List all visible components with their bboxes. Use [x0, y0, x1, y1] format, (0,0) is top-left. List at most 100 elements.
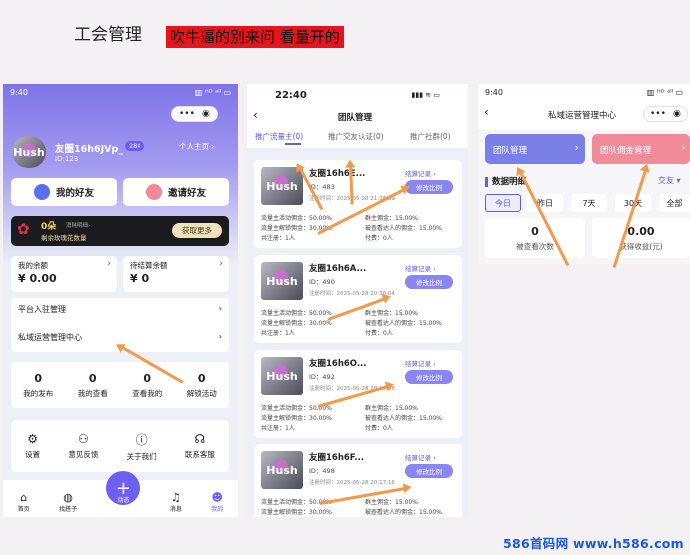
watermark: 586首码网 www.h586.com [503, 536, 684, 551]
more-icon[interactable]: ••• [650, 109, 666, 119]
member-stats: 流量主活动佣金：50.00% 群主佣金：15.00% 流量主解锁佣金：30.00%… [261, 310, 442, 337]
range-7days[interactable]: 7天 [571, 194, 607, 212]
stat-my-posts[interactable]: 0 我的发布 [23, 372, 53, 399]
page-title: 私域运营管理中心 [548, 111, 617, 121]
user-id: ID:123 [55, 155, 79, 163]
stat-my-views[interactable]: 0 我的查看 [78, 372, 108, 399]
stat-unlock-activity[interactable]: 0 解锁活动 [187, 372, 217, 399]
more-icon[interactable]: ••• [179, 109, 195, 119]
pending-balance-card[interactable]: 待结算余额 › ¥ 0 [123, 256, 229, 292]
range-all[interactable]: 全部 [659, 194, 690, 212]
balance-value: ¥ 0.00 [18, 272, 57, 285]
mini-program-capsule[interactable]: ••• ◉ [171, 106, 218, 122]
platform-manage-item[interactable]: 平台入驻管理 › [18, 304, 222, 315]
my-friends-button[interactable]: 我的好友 [11, 178, 117, 206]
close-target-icon[interactable]: ◉ [202, 109, 210, 119]
rose-icon: ✿ [17, 220, 30, 238]
member-name: 友圈16h6F... [309, 453, 365, 463]
header: ‹ 私域运营管理中心 ••• ◉ [478, 100, 690, 130]
get-more-button[interactable]: 获取更多 [172, 223, 222, 238]
member-id: ID：490 [309, 278, 335, 286]
member-avatar: Hush [261, 262, 303, 300]
chevron-right-icon: › [218, 332, 222, 341]
range-selector: 今日 昨日 7天 30天 全部 [485, 194, 690, 212]
invite-icon [145, 184, 162, 200]
status-icons: ▥ ᴴᴰ ᵃˡˡ ▭ [194, 87, 231, 97]
settle-record-link[interactable]: 结算记录 › [405, 263, 436, 273]
banner-text: 吹牛逼的别来问 看量开的 [166, 26, 344, 48]
stats-card: 0 我的发布 0 我的查看 0 查看我的 0 解锁活动 [11, 362, 229, 408]
status-icons: ▮▮▮ ≋ ▭ [411, 91, 441, 99]
page-title: 团队管理 [338, 113, 373, 123]
bottom-nav: ⌂ 首页 ◍ 找搭子 + 动态 ♫ 消息 ☻ 我的 [3, 471, 238, 517]
settle-record-link[interactable]: 结算记录 › [405, 358, 436, 368]
info-icon: ⓘ [135, 432, 148, 447]
rose-detail-link[interactable]: 消耗明细› [66, 221, 90, 229]
member-avatar: Hush [261, 167, 303, 205]
chevron-right-icon: › [107, 259, 111, 269]
viewed-label: 被查看次数 [516, 242, 554, 251]
member-name: 友圈16h6E... [309, 169, 366, 179]
tab-community[interactable]: 推广社群(0) [410, 131, 451, 142]
member-avatar: Hush [261, 451, 303, 489]
member-name: 友圈16h6O... [309, 359, 367, 369]
phone-my-page: 9:40 ▥ ᴴᴰ ᵃˡˡ ▭ ••• ◉ Hush 友圈16h6JVp_ 28… [3, 84, 238, 517]
invite-friends-button[interactable]: 邀请好友 [123, 178, 229, 206]
viewed-value: 0 [531, 225, 539, 238]
data-section-bar [485, 177, 488, 187]
modify-ratio-button[interactable]: 修改比例 [405, 180, 453, 194]
stat-viewed-me[interactable]: 0 查看我的 [132, 372, 162, 399]
team-manage-button[interactable]: 团队管理 › [485, 134, 585, 164]
nav-find-partner[interactable]: ◍ 找搭子 [59, 491, 77, 513]
status-time: 22:40 [275, 89, 307, 101]
member-stats: 流量主活动佣金：50.00% 群主佣金：15.00% 流量主解锁佣金：30.00%… [261, 215, 442, 242]
page-title: 工会管理 [74, 25, 142, 45]
gear-icon: ⚙ [27, 432, 38, 446]
back-icon[interactable]: ‹ [484, 105, 489, 119]
phone-team-management: 22:40 ▮▮▮ ≋ ▭ ‹ 团队管理 推广流量主(0) 推广交友认证(0) … [247, 84, 468, 517]
level-badge: 28♯ [125, 141, 145, 151]
profile-icon: ☻ [211, 491, 223, 504]
settle-record-link[interactable]: 结算记录 › [405, 168, 436, 178]
status-time: 9:40 [10, 87, 28, 97]
bell-icon: ♫ [170, 491, 181, 504]
chevron-right-icon: › [574, 141, 579, 154]
balance-card[interactable]: 我的余额 › ¥ 0.00 [11, 256, 117, 292]
earnings-label: 获得收益(元) [619, 242, 663, 251]
support-button[interactable]: ☊ 联系客服 [185, 432, 215, 460]
earnings-card: 0.00 获得收益(元) [592, 218, 690, 258]
homepage-link[interactable]: 个人主页 › [179, 141, 214, 152]
username: 友圈16h6JVp_ [55, 144, 124, 155]
member-avatar: Hush [261, 357, 303, 395]
nav-moments[interactable]: + 动态 [106, 471, 141, 513]
settle-record-link[interactable]: 结算记录 › [405, 452, 436, 462]
back-icon[interactable]: ‹ [253, 108, 258, 122]
viewed-count-card: 0 被查看次数 [485, 218, 585, 258]
modify-ratio-button[interactable]: 修改比例 [405, 275, 453, 289]
pending-value: ¥ 0 [130, 272, 150, 285]
headset-icon: ☊ [194, 432, 206, 446]
add-person-icon: ⚇ [77, 432, 89, 446]
person-icon [33, 184, 50, 200]
nav-messages[interactable]: ♫ 消息 [170, 491, 182, 513]
data-filter-dropdown[interactable]: 交友 ▾ [658, 175, 681, 186]
tab-traffic-owner[interactable]: 推广流量主(0) [255, 131, 303, 142]
mini-program-capsule[interactable]: ••• ◉ [643, 106, 688, 122]
member-id: ID：492 [309, 373, 335, 381]
tab-friend-auth[interactable]: 推广交友认证(0) [328, 131, 384, 142]
member-stats: 流量主活动佣金：50.00% 群主佣金：15.00% 流量主解锁佣金：30.00%… [261, 405, 442, 432]
nav-home[interactable]: ⌂ 首页 [18, 491, 30, 513]
member-card: Hush 友圈16h6F... 结算记录 › ID：498 修改比例 注册时间：… [254, 444, 462, 517]
range-today[interactable]: 今日 [485, 194, 521, 212]
feedback-button[interactable]: ⚇ 意见反馈 [68, 432, 98, 460]
team-commission-button[interactable]: 团队佣金管理 › [592, 134, 690, 164]
member-stats: 流量主活动佣金：50.00% 群主佣金：15.00% 流量主解锁佣金：30.00%… [261, 499, 442, 516]
about-button[interactable]: ⓘ 关于我们 [127, 431, 157, 462]
modify-ratio-button[interactable]: 修改比例 [405, 464, 453, 478]
modify-ratio-button[interactable]: 修改比例 [405, 370, 453, 384]
register-time: 注册时间：2025-05-28 20:17:16 [309, 480, 395, 486]
close-target-icon[interactable]: ◉ [673, 109, 681, 119]
nav-mine[interactable]: ☻ 我的 [211, 491, 223, 513]
settings-button[interactable]: ⚙ 设置 [25, 432, 40, 460]
avatar[interactable]: Hush [12, 136, 46, 168]
